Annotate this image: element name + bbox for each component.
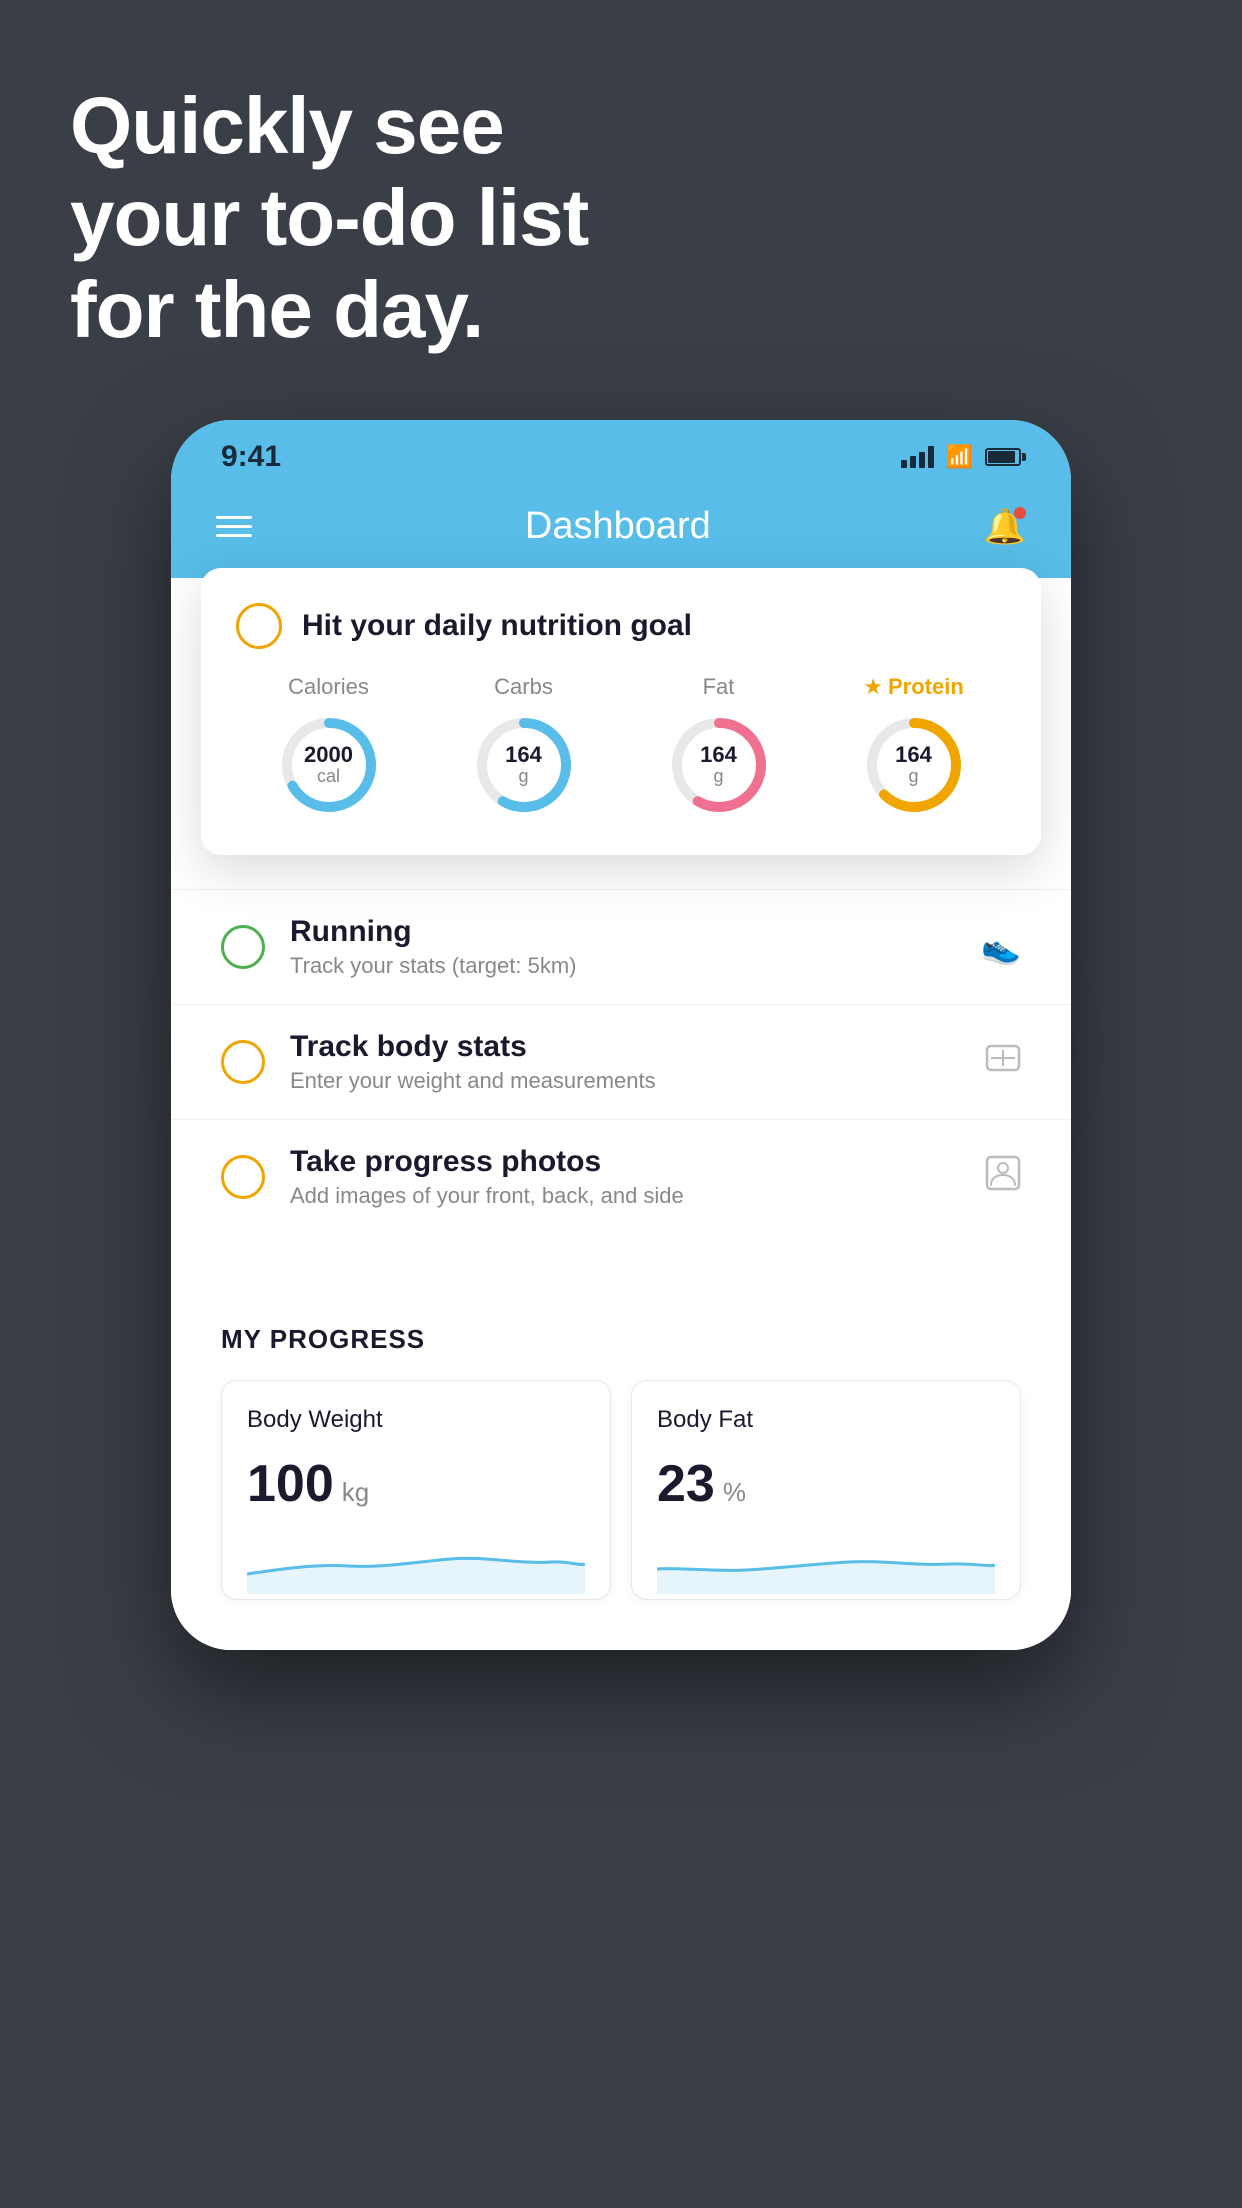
bodystats-title: Track body stats: [290, 1030, 960, 1064]
status-time: 9:41: [221, 440, 281, 474]
nutrition-stats: Calories 2000 cal Carbs: [236, 674, 1006, 820]
carbs-stat: Carbs 164 g: [469, 674, 579, 820]
todo-item-running[interactable]: Running Track your stats (target: 5km) 👟: [171, 889, 1071, 1004]
fat-donut: 164 g: [664, 710, 774, 820]
fat-label: Fat: [703, 674, 735, 700]
protein-donut: 164 g: [859, 710, 969, 820]
headline: Quickly see your to-do list for the day.: [70, 80, 588, 356]
body-weight-num: 100: [247, 1454, 334, 1514]
calories-stat: Calories 2000 cal: [274, 674, 384, 820]
bell-button[interactable]: 🔔: [984, 507, 1026, 547]
person-icon: [985, 1155, 1021, 1199]
notification-dot: [1014, 507, 1026, 519]
body-weight-card: Body Weight 100 kg: [221, 1380, 611, 1600]
shoe-icon: 👟: [981, 928, 1021, 966]
body-fat-num: 23: [657, 1454, 715, 1514]
body-fat-unit: %: [723, 1477, 746, 1508]
wifi-icon: 📶: [946, 444, 973, 470]
carbs-donut: 164 g: [469, 710, 579, 820]
app-header: Dashboard 🔔: [171, 485, 1071, 578]
bodystats-check-circle[interactable]: [221, 1040, 265, 1084]
app-title: Dashboard: [525, 505, 711, 548]
running-title: Running: [290, 915, 956, 949]
scale-icon: [985, 1040, 1021, 1084]
protein-label-row: ★ Protein: [863, 674, 964, 700]
photos-check-circle[interactable]: [221, 1155, 265, 1199]
todo-item-photos[interactable]: Take progress photos Add images of your …: [171, 1119, 1071, 1234]
photos-text: Take progress photos Add images of your …: [290, 1145, 960, 1209]
star-icon: ★: [863, 674, 883, 700]
body-fat-chart: [657, 1534, 995, 1594]
status-bar: 9:41 📶: [171, 420, 1071, 485]
body-weight-unit: kg: [342, 1477, 369, 1508]
phone-mockup: 9:41 📶 Dashboard 🔔 TH: [171, 420, 1071, 1650]
photos-title: Take progress photos: [290, 1145, 960, 1179]
fat-stat: Fat 164 g: [664, 674, 774, 820]
bodystats-subtitle: Enter your weight and measurements: [290, 1068, 960, 1094]
body-fat-title: Body Fat: [657, 1406, 995, 1434]
progress-section: MY PROGRESS Body Weight 100 kg B: [171, 1284, 1071, 1600]
body-fat-card: Body Fat 23 %: [631, 1380, 1021, 1600]
menu-button[interactable]: [216, 516, 252, 537]
body-fat-value-row: 23 %: [657, 1454, 995, 1514]
nutrition-card-title-row: Hit your daily nutrition goal: [236, 603, 1006, 649]
status-icons: 📶: [901, 444, 1021, 470]
protein-stat: ★ Protein 164 g: [859, 674, 969, 820]
bodystats-text: Track body stats Enter your weight and m…: [290, 1030, 960, 1094]
protein-label: Protein: [888, 674, 964, 700]
battery-icon: [985, 448, 1021, 466]
body-weight-title: Body Weight: [247, 1406, 585, 1434]
body-weight-chart: [247, 1534, 585, 1594]
nutrition-check-circle[interactable]: [236, 603, 282, 649]
carbs-label: Carbs: [494, 674, 553, 700]
calories-label: Calories: [288, 674, 369, 700]
phone-bottom-padding: [171, 1600, 1071, 1650]
calories-donut: 2000 cal: [274, 710, 384, 820]
photos-subtitle: Add images of your front, back, and side: [290, 1183, 960, 1209]
running-check-circle[interactable]: [221, 925, 265, 969]
progress-cards: Body Weight 100 kg Body Fat 23 %: [221, 1380, 1021, 1600]
signal-icon: [901, 446, 934, 468]
progress-section-title: MY PROGRESS: [221, 1324, 1021, 1355]
running-text: Running Track your stats (target: 5km): [290, 915, 956, 979]
nutrition-card: Hit your daily nutrition goal Calories 2…: [201, 568, 1041, 855]
body-weight-value-row: 100 kg: [247, 1454, 585, 1514]
nutrition-card-title: Hit your daily nutrition goal: [302, 609, 692, 643]
running-subtitle: Track your stats (target: 5km): [290, 953, 956, 979]
todo-item-bodystats[interactable]: Track body stats Enter your weight and m…: [171, 1004, 1071, 1119]
phone-content: THINGS TO DO TODAY Hit your daily nutrit…: [171, 578, 1071, 1650]
